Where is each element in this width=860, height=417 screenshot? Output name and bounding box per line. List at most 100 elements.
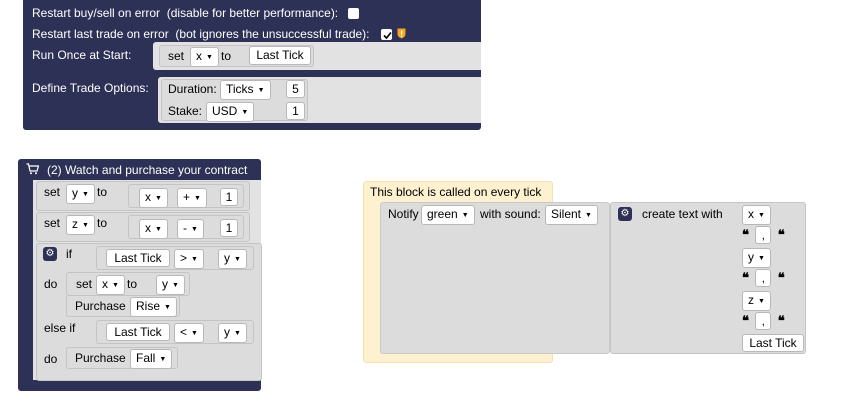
else-if-rhs-dropdown[interactable]: y ▼	[218, 323, 247, 343]
dropdown-arrow-icon: ▼	[194, 195, 201, 202]
set-y-variable-value: y	[72, 186, 78, 200]
do-set-variable-dropdown[interactable]: x ▼	[96, 275, 125, 295]
purchase-label: Purchase	[75, 351, 126, 365]
text-item-comma-3[interactable]: ❝ , ❝	[742, 312, 802, 331]
purchase-rise-dropdown[interactable]: Rise ▼	[130, 297, 177, 317]
restart-last-row: Restart last trade on error (bot ignores…	[32, 27, 370, 41]
dropdown-arrow-icon: ▼	[257, 87, 265, 94]
variable-dropdown[interactable]: x ▼	[190, 47, 219, 67]
arithmetic-lhs-value: x	[145, 221, 151, 235]
dropdown-arrow-icon: ▼	[206, 54, 213, 61]
warning-shield-icon[interactable]	[397, 28, 406, 39]
dropdown-arrow-icon: ▼	[159, 356, 167, 363]
notify-color-dropdown[interactable]: green ▼	[421, 205, 475, 225]
last-tick-value-block[interactable]: Last Tick	[249, 46, 311, 65]
set-y-variable-dropdown[interactable]: y ▼	[66, 184, 95, 204]
stake-currency-dropdown[interactable]: USD ▼	[206, 102, 255, 122]
text-item-last-tick[interactable]: Last Tick	[742, 334, 804, 352]
stake-value-input[interactable]: 1	[286, 102, 305, 120]
restart-buysell-label: Restart buy/sell on error	[32, 6, 161, 20]
to-label: to	[127, 277, 138, 291]
dropdown-arrow-icon: ▼	[155, 226, 162, 233]
dropdown-arrow-icon: ▼	[241, 109, 249, 116]
comma-value[interactable]: ,	[755, 269, 772, 287]
dropdown-arrow-icon: ▼	[758, 298, 765, 305]
purchase-rise-value: Rise	[136, 299, 161, 313]
text-item-y[interactable]: y ▼	[742, 248, 771, 268]
notify-label: Notify	[388, 207, 419, 221]
gear-icon[interactable]: ⚙	[43, 247, 57, 261]
if-rhs-dropdown[interactable]: y ▼	[218, 249, 247, 269]
text-item-y-value: y	[748, 250, 754, 264]
text-item-comma-1[interactable]: ❝ , ❝	[742, 226, 802, 245]
arithmetic-operator-dropdown[interactable]: - ▼	[177, 219, 204, 239]
quote-close-icon: ❝	[777, 228, 785, 243]
purchase-label: Purchase	[75, 299, 126, 313]
do-set-variable-value: x	[102, 277, 108, 291]
else-if-lhs-last-tick[interactable]: Last Tick	[106, 323, 170, 341]
dropdown-arrow-icon: ▼	[234, 256, 241, 263]
to-label: to	[97, 185, 108, 199]
arithmetic-rhs-value[interactable]: 1	[220, 188, 238, 206]
else-if-rhs-value: y	[224, 325, 230, 339]
dropdown-arrow-icon: ▼	[758, 255, 765, 262]
dropdown-arrow-icon: ▼	[191, 226, 198, 233]
set-label: set	[44, 216, 61, 230]
stake-currency-value: USD	[212, 104, 238, 118]
if-operator-dropdown[interactable]: > ▼	[174, 249, 204, 269]
quote-open-icon: ❝	[742, 271, 749, 286]
else-if-label: else if	[44, 321, 76, 335]
if-rhs-value: y	[224, 251, 230, 265]
set-label: set	[168, 49, 185, 63]
dropdown-arrow-icon: ▼	[112, 282, 119, 289]
watch-purchase-title: (2) Watch and purchase your contract	[47, 163, 248, 177]
create-text-label: create text with	[642, 207, 723, 221]
arithmetic-operator-value: -	[183, 221, 187, 235]
arithmetic-operator-dropdown[interactable]: + ▼	[177, 188, 207, 208]
duration-value-input[interactable]: 5	[286, 80, 305, 98]
restart-buysell-checkbox[interactable]	[348, 8, 359, 19]
text-item-z[interactable]: z ▼	[742, 291, 771, 311]
arithmetic-rhs-value[interactable]: 1	[220, 219, 238, 237]
arithmetic-lhs-dropdown[interactable]: x ▼	[139, 219, 168, 239]
arithmetic-lhs-dropdown[interactable]: x ▼	[139, 188, 168, 208]
restart-last-checkbox[interactable]	[381, 29, 392, 40]
if-label: if	[66, 247, 72, 261]
if-operator-value: >	[180, 251, 188, 265]
quote-close-icon: ❝	[777, 314, 785, 329]
do-set-value-dropdown[interactable]: y ▼	[156, 275, 185, 295]
stake-label: Stake:	[168, 104, 203, 118]
notify-color-value: green	[427, 207, 458, 221]
set-z-variable-dropdown[interactable]: z ▼	[66, 215, 95, 235]
quote-open-icon: ❝	[742, 228, 749, 243]
do-set-value: y	[162, 277, 168, 291]
restart-last-label: Restart last trade on error	[32, 27, 169, 41]
dropdown-arrow-icon: ▼	[164, 304, 171, 311]
set-z-variable-value: z	[72, 217, 78, 231]
run-once-label: Run Once at Start:	[32, 48, 132, 62]
if-lhs-last-tick[interactable]: Last Tick	[106, 249, 170, 267]
arithmetic-lhs-value: x	[145, 190, 151, 204]
dropdown-arrow-icon: ▼	[82, 222, 89, 229]
do-label: do	[44, 277, 58, 291]
text-item-x[interactable]: x ▼	[742, 205, 771, 225]
dropdown-arrow-icon: ▼	[234, 330, 241, 337]
else-if-operator-dropdown[interactable]: < ▼	[174, 323, 204, 343]
duration-unit-dropdown[interactable]: Ticks ▼	[220, 80, 271, 100]
comma-value[interactable]: ,	[755, 226, 772, 244]
purchase-fall-dropdown[interactable]: Fall ▼	[130, 349, 173, 369]
text-item-comma-2[interactable]: ❝ , ❝	[742, 269, 802, 288]
text-item-z-value: z	[748, 293, 754, 307]
sound-dropdown[interactable]: Silent ▼	[545, 205, 598, 225]
gear-icon[interactable]: ⚙	[618, 207, 632, 221]
dropdown-arrow-icon: ▼	[191, 330, 198, 337]
comma-value[interactable]: ,	[755, 312, 772, 330]
define-trade-label: Define Trade Options:	[32, 81, 149, 95]
text-item-x-value: x	[748, 207, 754, 221]
dropdown-arrow-icon: ▼	[172, 282, 179, 289]
set-label: set	[44, 185, 61, 199]
purchase-fall-value: Fall	[136, 351, 156, 365]
duration-label: Duration:	[168, 82, 217, 96]
to-label: to	[221, 49, 232, 63]
dropdown-arrow-icon: ▼	[585, 212, 592, 219]
